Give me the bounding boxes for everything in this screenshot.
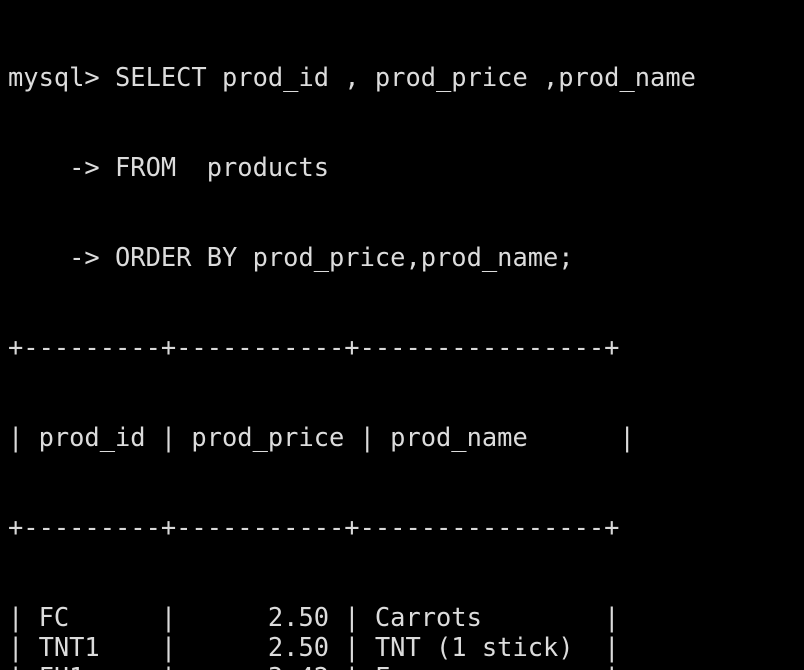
query-line-2: -> FROM products	[8, 152, 330, 182]
query-line-1: mysql> SELECT prod_id , prod_price ,prod…	[8, 62, 696, 92]
table-row: | TNT1 | 2.50 | TNT (1 stick) |	[8, 632, 620, 662]
table-separator-header: +---------+-----------+----------------+	[8, 512, 620, 542]
table-row: | FU1 | 3.42 | Fuses |	[8, 662, 804, 670]
table-row: | FC | 2.50 | Carrots |	[8, 602, 620, 632]
table-body: | FC | 2.50 | Carrots | | TNT1 | 2.50 | T…	[8, 602, 804, 670]
terminal-output[interactable]: mysql> SELECT prod_id , prod_price ,prod…	[0, 0, 804, 670]
query-line-3: -> ORDER BY prod_price,prod_name;	[8, 242, 574, 272]
table-separator-top: +---------+-----------+----------------+	[8, 332, 620, 362]
table-header-row: | prod_id | prod_price | prod_name |	[8, 422, 635, 452]
